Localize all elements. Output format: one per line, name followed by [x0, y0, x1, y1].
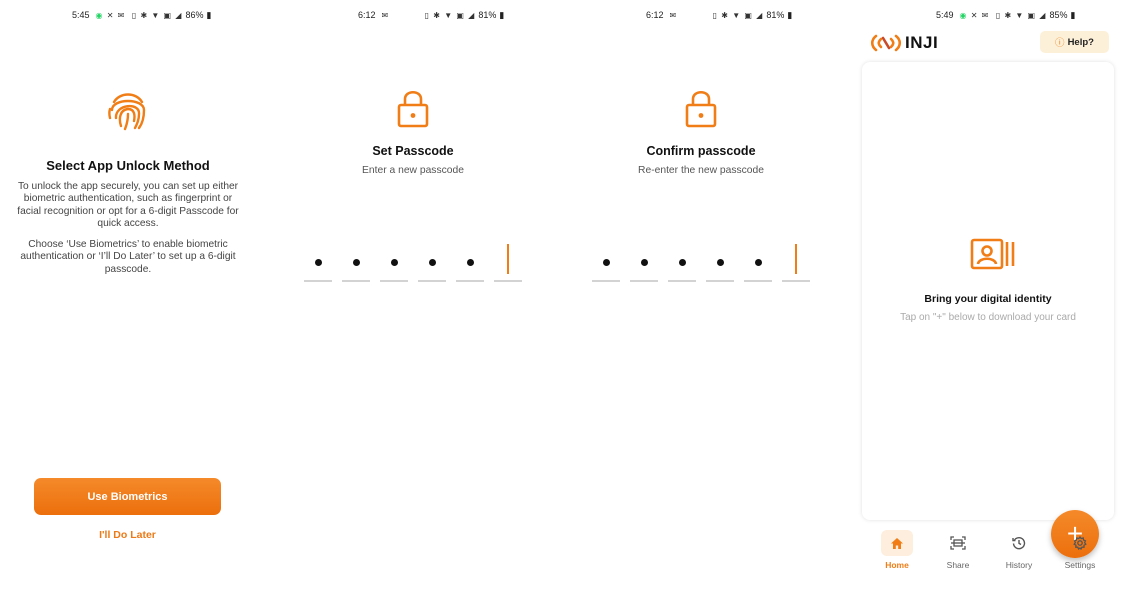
pin-digit[interactable] — [630, 244, 658, 282]
wallet-card-area: Bring your digital identity Tap on "+" b… — [862, 62, 1114, 558]
lock-icon — [685, 90, 717, 128]
pin-dot — [353, 259, 360, 266]
use-biometrics-button[interactable]: Use Biometrics — [34, 478, 221, 515]
page-title: Confirm passcode — [646, 144, 756, 158]
top-bar: INJI ⓘ Help? — [856, 30, 1121, 58]
do-later-button[interactable]: I'll Do Later — [34, 529, 221, 541]
id-card-icon — [970, 238, 1015, 270]
nav-share[interactable]: Share — [928, 528, 988, 570]
pin-dot — [467, 259, 474, 266]
pin-dot — [717, 259, 724, 266]
pin-digit[interactable] — [304, 244, 332, 282]
battery-level: 86% — [185, 10, 204, 20]
page-title: Set Passcode — [372, 144, 454, 158]
battery-icon: ▮ — [206, 9, 212, 20]
fingerprint-icon — [108, 93, 146, 131]
battery-icon: ▮ — [1070, 9, 1076, 20]
logo-text: INJI — [905, 33, 939, 52]
status-bar: 5:45 ◉ ✕ ✉ ▯ ✱ ▼ ▣ ◢ 86% ▮ — [72, 8, 268, 22]
home-screen: 5:49 ◉ ✕ ✉ ▯ ✱ ▼ ▣ ◢ 85% ▮ INJI ⓘ Help? — [856, 0, 1121, 597]
pin-digit[interactable] — [418, 244, 446, 282]
text-cursor — [795, 244, 797, 274]
pin-dot — [429, 259, 436, 266]
battery-level: 81% — [766, 10, 785, 20]
home-icon — [881, 530, 913, 556]
page-subtitle: Re-enter the new passcode — [638, 165, 764, 176]
gear-icon — [1064, 530, 1096, 556]
empty-state-title: Bring your digital identity — [924, 293, 1052, 305]
status-time: 6:12 — [358, 10, 376, 20]
status-icons: ◉ ✕ ✉ ▯ ✱ ▼ ▣ ◢ — [95, 10, 183, 20]
status-bar: 6:12 ✉ ▯ ✱ ▼ ▣ ◢ 81% ▮ — [358, 8, 536, 22]
set-passcode-screen: 6:12 ✉ ▯ ✱ ▼ ▣ ◢ 81% ▮ Set Passcode Ente… — [290, 0, 536, 597]
pin-digit[interactable] — [592, 244, 620, 282]
passcode-input[interactable] — [304, 244, 522, 282]
info-icon: ⓘ — [1055, 38, 1065, 49]
pin-dot — [603, 259, 610, 266]
empty-state-subtitle: Tap on "+" below to download your card — [900, 312, 1076, 323]
pin-dot — [679, 259, 686, 266]
pin-digit[interactable] — [706, 244, 734, 282]
status-bar: 6:12 ✉ ▯ ✱ ▼ ▣ ◢ 81% ▮ — [646, 8, 824, 22]
unlock-instructions: Choose ‘Use Biometrics’ to enable biomet… — [20, 239, 236, 275]
nav-label: History — [1005, 560, 1033, 570]
pin-digit[interactable] — [456, 244, 484, 282]
pin-digit[interactable] — [342, 244, 370, 282]
pin-digit[interactable] — [744, 244, 772, 282]
battery-level: 81% — [478, 10, 497, 20]
passcode-input[interactable] — [592, 244, 810, 282]
battery-level: 85% — [1049, 10, 1068, 20]
pin-digit[interactable] — [668, 244, 696, 282]
unlock-description: To unlock the app securely, you can set … — [17, 181, 239, 229]
battery-icon: ▮ — [787, 9, 793, 20]
history-icon — [1003, 530, 1035, 556]
logo-waves-icon — [870, 34, 902, 52]
pin-digit-active[interactable] — [494, 244, 522, 282]
status-time: 5:45 — [72, 10, 90, 20]
nav-history[interactable]: History — [989, 528, 1049, 570]
nav-label: Settings — [1064, 560, 1096, 570]
lock-icon — [397, 90, 429, 128]
help-label: Help? — [1067, 36, 1094, 48]
status-time: 6:12 — [646, 10, 664, 20]
battery-icon: ▮ — [499, 9, 505, 20]
confirm-passcode-screen: 6:12 ✉ ▯ ✱ ▼ ▣ ◢ 81% ▮ Confirm passcode … — [578, 0, 824, 597]
app-logo: INJI — [870, 33, 938, 53]
status-time: 5:49 — [936, 10, 954, 20]
scan-icon — [942, 530, 974, 556]
pin-dot — [641, 259, 648, 266]
status-icons: ✉ ▯ ✱ ▼ ▣ ◢ — [669, 10, 764, 20]
status-icons: ✉ ▯ ✱ ▼ ▣ ◢ — [381, 10, 476, 20]
pin-dot — [315, 259, 322, 266]
pin-digit[interactable] — [380, 244, 408, 282]
text-cursor — [507, 244, 509, 274]
page-title: Select App Unlock Method — [46, 158, 210, 173]
pin-digit-active[interactable] — [782, 244, 810, 282]
help-button[interactable]: ⓘ Help? — [1040, 31, 1109, 53]
status-bar: 5:49 ◉ ✕ ✉ ▯ ✱ ▼ ▣ ◢ 85% ▮ — [936, 8, 1121, 22]
unlock-method-screen: 5:45 ◉ ✕ ✉ ▯ ✱ ▼ ▣ ◢ 86% ▮ Select App Un… — [0, 0, 268, 597]
pin-dot — [755, 259, 762, 266]
nav-settings[interactable]: Settings — [1050, 528, 1110, 570]
nav-home[interactable]: Home — [867, 528, 927, 570]
pin-dot — [391, 259, 398, 266]
nav-label: Share — [946, 560, 970, 570]
bottom-nav: Home Share History Settings — [856, 528, 1121, 578]
status-icons: ◉ ✕ ✉ ▯ ✱ ▼ ▣ ◢ — [959, 10, 1047, 20]
nav-label: Home — [885, 560, 909, 570]
page-subtitle: Enter a new passcode — [362, 165, 464, 176]
